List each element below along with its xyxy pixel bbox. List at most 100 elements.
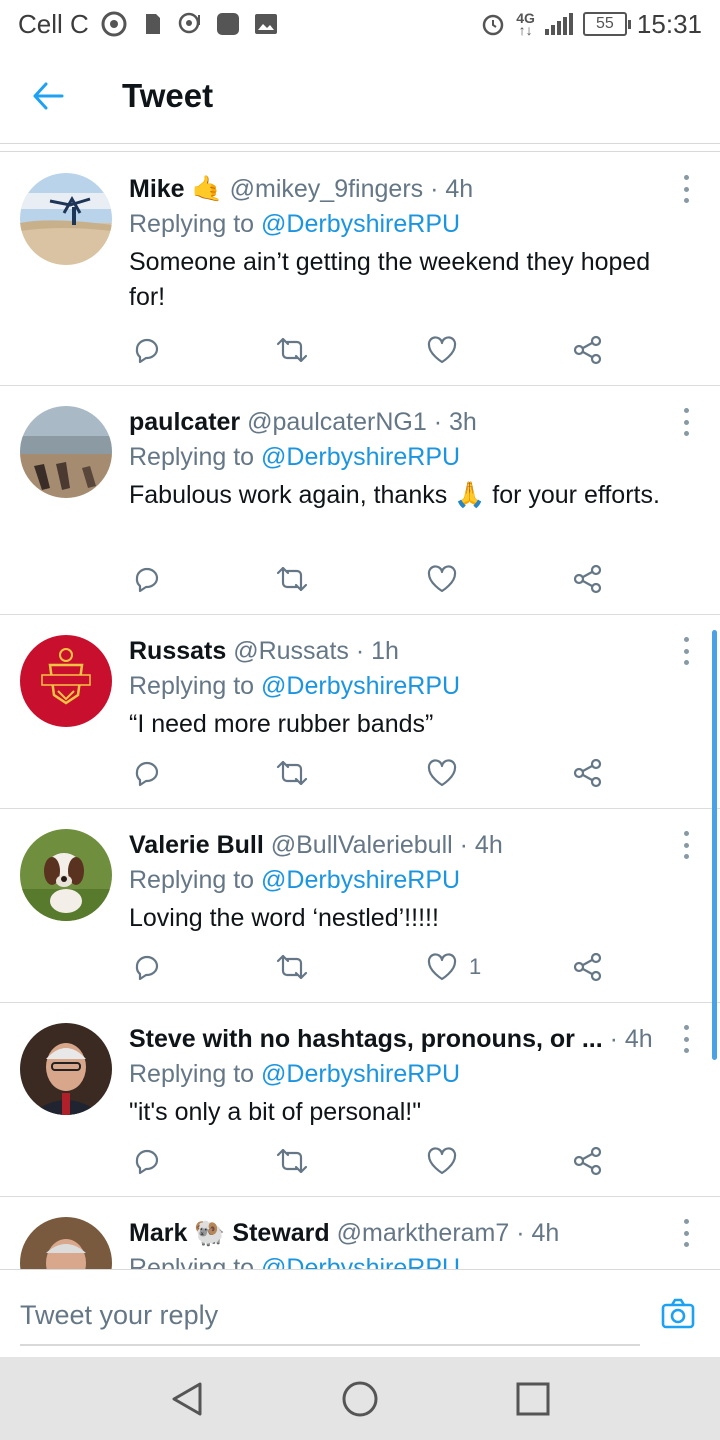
- more-icon[interactable]: [678, 831, 694, 859]
- mention-link[interactable]: @DerbyshireRPU: [261, 1254, 460, 1269]
- more-icon[interactable]: [678, 1025, 694, 1053]
- author-name[interactable]: Mike: [129, 175, 185, 203]
- more-icon[interactable]: [678, 408, 694, 436]
- nav-home-button[interactable]: [338, 1377, 382, 1421]
- like-icon: [427, 336, 457, 364]
- share-button[interactable]: [573, 562, 603, 596]
- retweet-button[interactable]: [275, 333, 309, 367]
- author-name[interactable]: Valerie Bull: [129, 831, 264, 859]
- tweet-time: · 1h: [355, 637, 399, 665]
- author-name[interactable]: paulcater: [129, 408, 240, 436]
- author-name[interactable]: Steve with no hashtags, pronouns, or ...: [129, 1025, 603, 1053]
- signal-icon: [544, 13, 573, 35]
- tweet-item[interactable]: Mike 🤙 @mikey_9fingers · 4h Replying to …: [0, 153, 720, 386]
- tweet-actions: [129, 1144, 609, 1178]
- like-button[interactable]: [427, 333, 469, 367]
- share-icon: [573, 335, 602, 365]
- like-button[interactable]: [427, 756, 469, 790]
- tweet-item[interactable]: Steve with no hashtags, pronouns, or ...…: [0, 1003, 720, 1197]
- like-button[interactable]: 1: [427, 950, 481, 984]
- retweet-button[interactable]: [275, 756, 309, 790]
- more-icon[interactable]: [678, 1219, 694, 1247]
- author-name[interactable]: Mark: [129, 1219, 187, 1247]
- tweet-text: "it's only a bit of personal!": [129, 1098, 422, 1126]
- like-button[interactable]: [427, 562, 469, 596]
- tweet-time: · 3h: [433, 408, 477, 436]
- reply-icon: [135, 567, 159, 593]
- like-icon: [427, 565, 457, 593]
- camera-icon[interactable]: [660, 1296, 696, 1332]
- reply-icon: [135, 338, 159, 364]
- share-button[interactable]: [573, 333, 603, 367]
- retweet-button[interactable]: [275, 1144, 309, 1178]
- app-notification-icon: [216, 13, 239, 35]
- avatar[interactable]: [20, 406, 112, 498]
- reply-icon: [135, 955, 159, 981]
- avatar[interactable]: [20, 173, 112, 265]
- author-name[interactable]: Russats: [129, 637, 226, 665]
- reply-button[interactable]: [133, 1144, 163, 1178]
- share-icon: [573, 564, 602, 594]
- back-button[interactable]: [18, 66, 78, 126]
- share-button[interactable]: [573, 756, 603, 790]
- hotspot-icon: [178, 12, 200, 34]
- reply-button[interactable]: [133, 562, 163, 596]
- reply-button[interactable]: [133, 333, 163, 367]
- retweet-icon: [276, 760, 308, 786]
- replying-to: Replying to @DerbyshireRPU: [129, 1060, 461, 1088]
- alarm-icon: [482, 14, 504, 36]
- author-handle[interactable]: @marktheram7: [337, 1219, 510, 1247]
- scrollbar[interactable]: [712, 630, 717, 1060]
- avatar[interactable]: [20, 1217, 112, 1269]
- reply-icon: [135, 761, 159, 787]
- tweet-item[interactable]: Russats @Russats · 1h Replying to @Derby…: [0, 615, 720, 809]
- mention-link[interactable]: @DerbyshireRPU: [261, 1060, 460, 1088]
- tweet-time: · 4h: [459, 831, 503, 859]
- chrome-icon: [101, 11, 127, 37]
- more-icon[interactable]: [678, 637, 694, 665]
- page-title: Tweet: [122, 76, 214, 114]
- reply-button[interactable]: [133, 950, 163, 984]
- mention-link[interactable]: @DerbyshireRPU: [261, 672, 460, 700]
- like-count: 1: [469, 954, 482, 979]
- retweet-button[interactable]: [275, 562, 309, 596]
- tweet-item[interactable]: Valerie Bull @BullValeriebull · 4h Reply…: [0, 809, 720, 1003]
- author-handle[interactable]: @paulcaterNG1: [247, 408, 427, 436]
- reply-composer: Tweet your reply: [0, 1269, 720, 1357]
- tweet-item[interactable]: paulcater @paulcaterNG1 · 3h Replying to…: [0, 386, 720, 615]
- nav-recents-button[interactable]: [511, 1377, 555, 1421]
- replies-feed[interactable]: Mike 🤙 @mikey_9fingers · 4h Replying to …: [0, 153, 720, 1269]
- author-name-part[interactable]: Steward: [232, 1219, 329, 1247]
- share-button[interactable]: [573, 1144, 603, 1178]
- author-handle[interactable]: @mikey_9fingers: [230, 175, 424, 203]
- replying-to: Replying to @DerbyshireRPU: [129, 210, 461, 238]
- network-type: 4G ↑↓: [516, 10, 535, 38]
- tweet-time: · 4h: [609, 1025, 653, 1053]
- mention-link[interactable]: @DerbyshireRPU: [261, 210, 460, 238]
- like-button[interactable]: [427, 1144, 469, 1178]
- like-icon: [427, 953, 457, 981]
- author-handle[interactable]: @BullValeriebull: [271, 831, 453, 859]
- nav-back-button[interactable]: [165, 1377, 209, 1421]
- back-arrow-icon: [33, 82, 64, 109]
- replying-to: Replying to @DerbyshireRPU: [129, 672, 461, 700]
- author-handle[interactable]: @Russats: [233, 637, 349, 665]
- mention-link[interactable]: @DerbyshireRPU: [261, 443, 460, 471]
- avatar[interactable]: [20, 829, 112, 921]
- share-button[interactable]: [573, 950, 603, 984]
- top-app-bar: Tweet: [0, 48, 720, 144]
- emoji: 🤙: [191, 175, 223, 203]
- reply-button[interactable]: [133, 756, 163, 790]
- avatar[interactable]: [20, 635, 112, 727]
- tweet-item[interactable]: Mark 🐏 Steward @marktheram7 · 4h Replyin…: [0, 1197, 720, 1269]
- emoji: 🐏: [194, 1219, 226, 1247]
- divider: [0, 144, 720, 152]
- retweet-button[interactable]: [275, 950, 309, 984]
- reply-input[interactable]: Tweet your reply: [20, 1286, 640, 1346]
- tweet-time: · 4h: [516, 1219, 560, 1247]
- more-icon[interactable]: [678, 175, 694, 203]
- avatar[interactable]: [20, 1023, 112, 1115]
- share-icon: [573, 758, 602, 788]
- mention-link[interactable]: @DerbyshireRPU: [261, 866, 460, 894]
- tweet-actions: [129, 562, 609, 596]
